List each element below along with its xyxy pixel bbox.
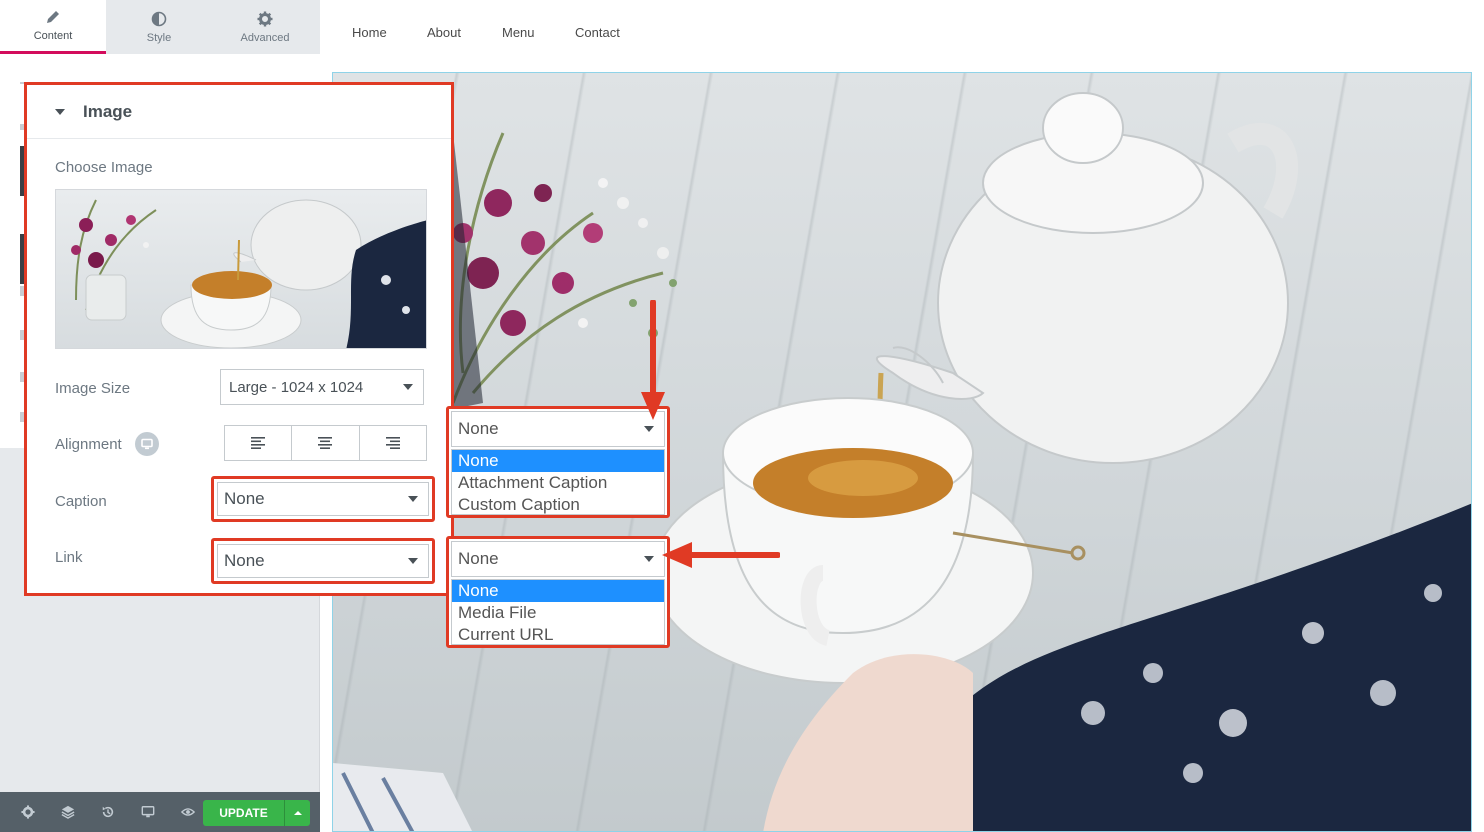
caret-down-icon <box>55 108 65 115</box>
tab-content-label: Content <box>33 30 73 42</box>
responsive-mode-button[interactable] <box>128 792 168 832</box>
align-center-icon <box>318 437 333 449</box>
settings-button[interactable] <box>8 792 48 832</box>
sleeve <box>953 503 1471 831</box>
eye-icon <box>181 808 195 816</box>
panel-tabs: Content Style Advanced <box>0 0 320 54</box>
navigator-button[interactable] <box>48 792 88 832</box>
tab-advanced-label: Advanced <box>240 31 290 44</box>
tab-advanced[interactable]: Advanced <box>212 0 318 54</box>
caption-label: Caption <box>55 493 107 510</box>
link-select-value: None <box>224 551 265 570</box>
desktop-icon <box>141 806 155 818</box>
gear-icon <box>21 805 35 819</box>
align-right-icon <box>385 437 400 449</box>
chevron-down-icon <box>644 426 654 432</box>
align-left-button[interactable] <box>225 426 293 460</box>
tab-style[interactable]: Style <box>106 0 212 54</box>
link-option-none[interactable]: None <box>452 580 664 602</box>
link-option-current-url[interactable]: Current URL <box>452 624 664 646</box>
arrow-down-annotation <box>641 300 665 420</box>
update-group: UPDATE <box>203 800 310 826</box>
link-options-list: None Media File Current URL <box>451 579 665 645</box>
image-section-header[interactable]: Image <box>27 85 451 139</box>
caption-option-custom[interactable]: Custom Caption <box>452 494 664 516</box>
chevron-down-icon <box>408 496 418 502</box>
align-left-icon <box>251 437 266 449</box>
caption-select-value: None <box>224 489 265 508</box>
chevron-down-icon <box>408 558 418 564</box>
caption-dropdown-select[interactable]: None <box>451 411 665 447</box>
caption-select-highlight: None <box>211 476 435 522</box>
image-settings-card: Image Choose Image Image Size Large - 10… <box>24 82 454 596</box>
gear-icon <box>257 11 273 26</box>
tab-style-label: Style <box>146 31 172 44</box>
caption-select[interactable]: None <box>217 482 429 516</box>
teapot <box>876 92 1298 464</box>
thumbnail-illustration <box>71 199 426 348</box>
hand <box>763 654 973 831</box>
image-size-label: Image Size <box>55 380 131 397</box>
link-dropdown-select[interactable]: None <box>451 541 665 577</box>
align-right-button[interactable] <box>360 426 426 460</box>
link-select[interactable]: None <box>217 544 429 578</box>
link-dropdown-value: None <box>458 549 499 568</box>
update-button[interactable]: UPDATE <box>203 800 284 826</box>
caption-options-list: None Attachment Caption Custom Caption <box>451 449 665 515</box>
nav-link-menu[interactable]: Menu <box>502 25 535 40</box>
link-label: Link <box>55 549 83 566</box>
caption-option-none[interactable]: None <box>452 450 664 472</box>
link-option-media-file[interactable]: Media File <box>452 602 664 624</box>
arrow-left-annotation <box>662 542 780 568</box>
image-thumbnail[interactable] <box>55 189 427 349</box>
tab-content[interactable]: Content <box>0 0 106 54</box>
link-select-highlight: None <box>211 538 435 584</box>
image-size-value: Large - 1024 x 1024 <box>229 378 364 396</box>
chevron-down-icon <box>403 384 413 390</box>
caret-up-icon <box>293 811 302 815</box>
nav-link-home[interactable]: Home <box>352 25 387 40</box>
responsive-desktop-icon[interactable] <box>135 432 159 456</box>
chevron-down-icon <box>644 556 654 562</box>
section-title: Image <box>83 101 133 121</box>
site-navigation: Home About Menu Contact <box>320 0 1484 72</box>
caption-dropdown-callout: None None Attachment Caption Custom Capt… <box>446 406 670 518</box>
layers-icon <box>61 805 75 819</box>
history-icon <box>102 806 114 818</box>
image-size-select[interactable]: Large - 1024 x 1024 <box>220 369 424 405</box>
nav-link-contact[interactable]: Contact <box>575 25 620 40</box>
caption-option-attachment[interactable]: Attachment Caption <box>452 472 664 494</box>
half-circle-icon <box>151 11 167 26</box>
alignment-control <box>224 425 427 461</box>
panel-footer: UPDATE <box>0 792 320 832</box>
history-button[interactable] <box>88 792 128 832</box>
link-dropdown-callout: None None Media File Current URL <box>446 536 670 648</box>
alignment-label: Alignment <box>55 436 122 453</box>
pencil-icon <box>47 11 59 23</box>
nav-link-about[interactable]: About <box>427 25 461 40</box>
choose-image-label: Choose Image <box>55 159 153 176</box>
align-center-button[interactable] <box>292 426 360 460</box>
caption-dropdown-value: None <box>458 419 499 438</box>
preview-button[interactable] <box>168 792 208 832</box>
update-options-button[interactable] <box>284 800 310 826</box>
